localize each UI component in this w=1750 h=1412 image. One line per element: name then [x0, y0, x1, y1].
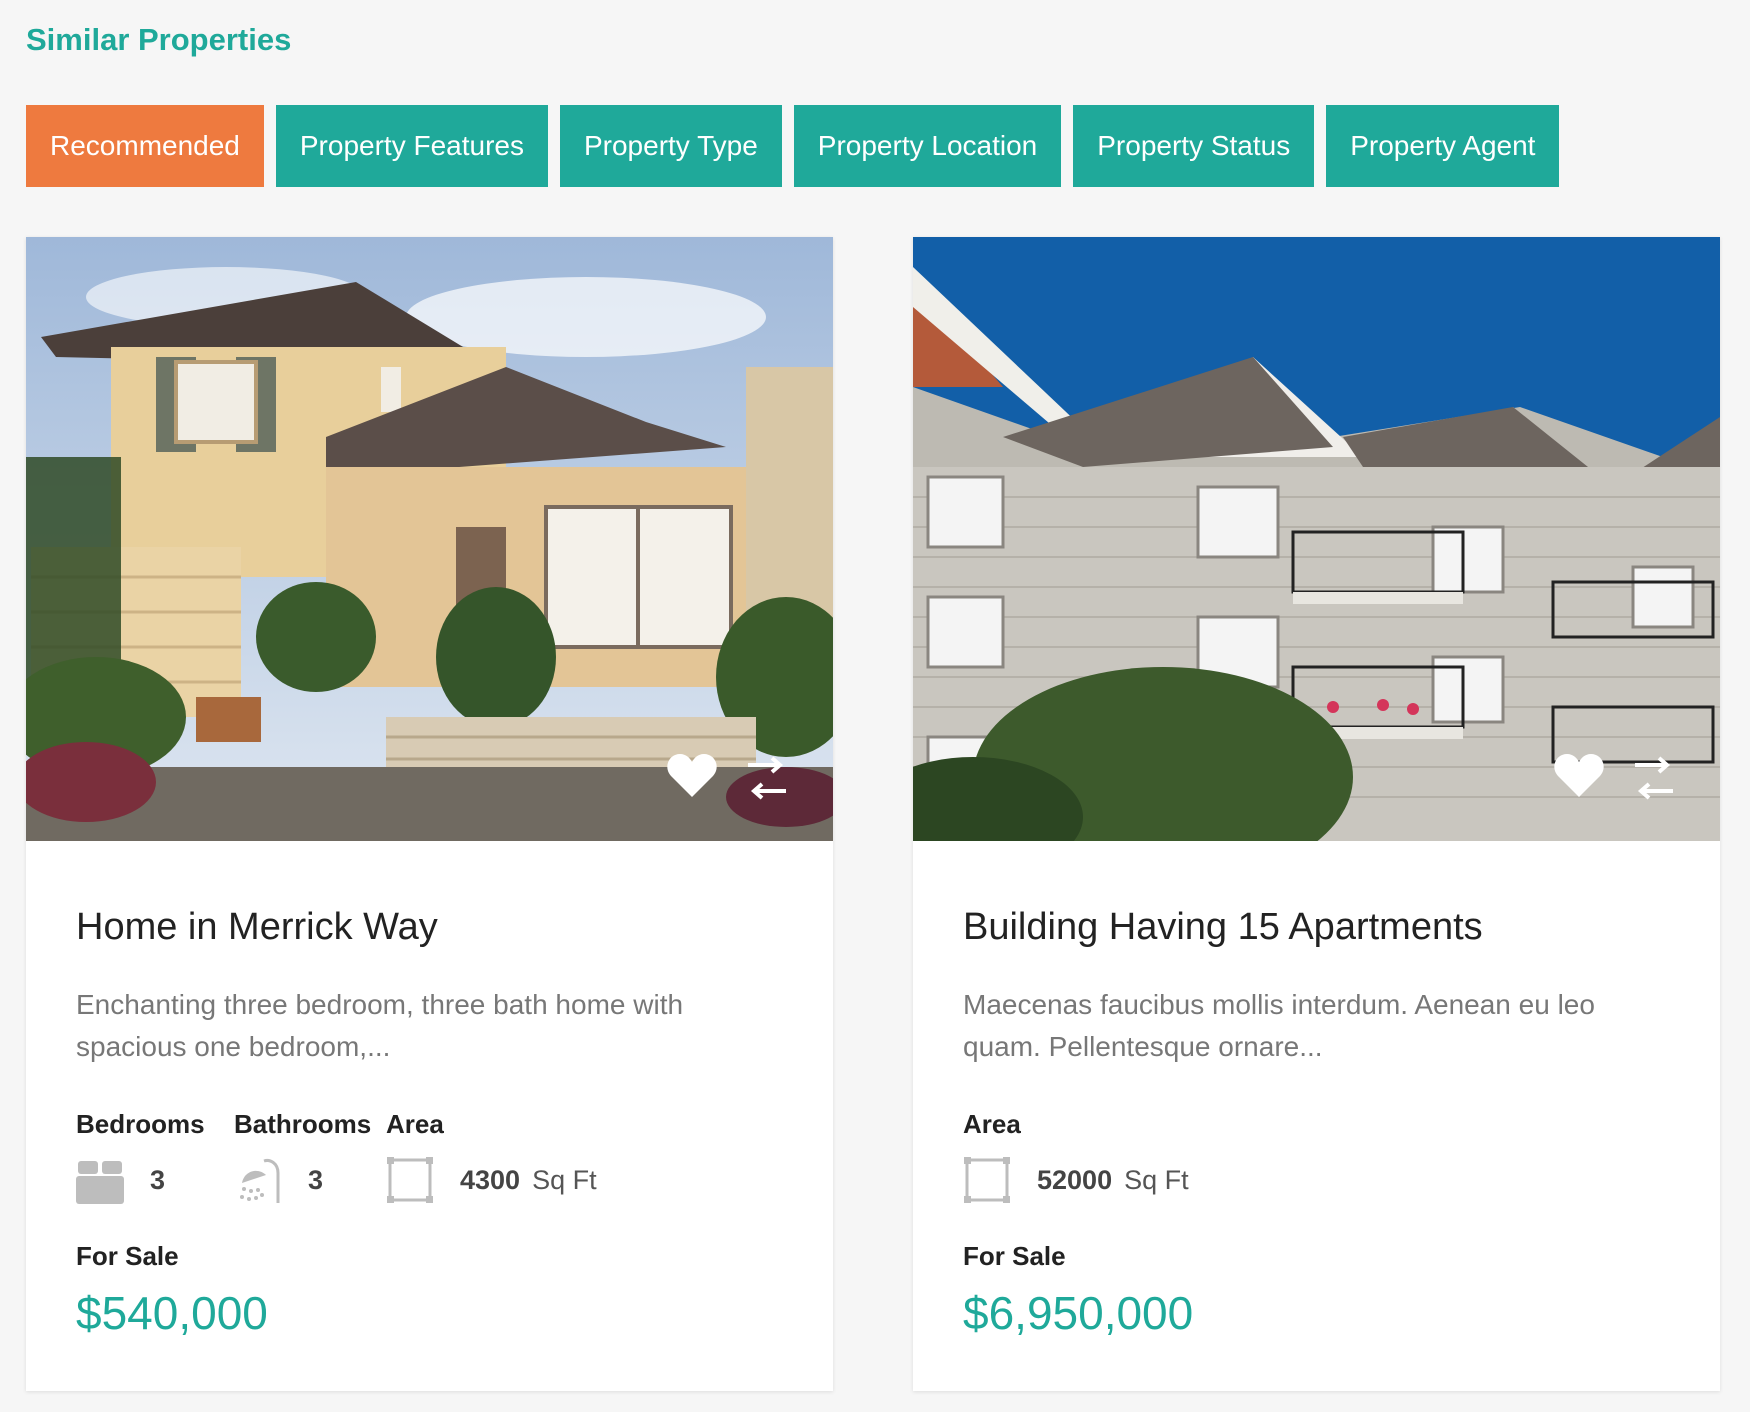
area-icon: [387, 1157, 433, 1203]
apartment-building-photo: [913, 237, 1720, 841]
tab-property-status[interactable]: Property Status: [1073, 105, 1315, 187]
bed-icon: [76, 1161, 124, 1204]
area-value: 4300: [460, 1164, 521, 1195]
property-card[interactable]: Building Having 15 Apartments Maecenas f…: [913, 237, 1720, 1391]
property-status: For Sale: [963, 1241, 1066, 1271]
filter-tabs: Recommended Property Features Property T…: [26, 105, 1560, 187]
bedrooms-value: 3: [150, 1164, 166, 1195]
bedrooms-feature: Bedrooms 3: [76, 1109, 205, 1204]
area-icon: [964, 1157, 1010, 1203]
area-value: 52000: [1037, 1164, 1113, 1195]
property-status: For Sale: [76, 1241, 179, 1271]
property-description: Maecenas faucibus mollis interdum. Aenea…: [963, 989, 1595, 1062]
property-photo[interactable]: [913, 237, 1720, 841]
section-title: Similar Properties: [26, 22, 292, 57]
property-photo[interactable]: [26, 237, 833, 841]
bedrooms-label: Bedrooms: [76, 1109, 205, 1139]
property-price: $6,950,000: [963, 1287, 1194, 1339]
bathrooms-feature: Bathrooms 3: [234, 1109, 372, 1203]
property-title[interactable]: Building Having 15 Apartments: [963, 906, 1483, 949]
area-feature: Area 52000 Sq Ft: [963, 1109, 1189, 1203]
area-label: Area: [386, 1109, 444, 1139]
property-description: Enchanting three bedroom, three bath hom…: [76, 989, 684, 1062]
shower-icon: [240, 1159, 280, 1203]
property-title[interactable]: Home in Merrick Way: [76, 906, 438, 949]
property-price: $540,000: [76, 1287, 268, 1339]
similar-properties-section: Similar Properties Recommended Property …: [0, 0, 1750, 1412]
tab-property-agent[interactable]: Property Agent: [1326, 105, 1560, 187]
bathrooms-label: Bathrooms: [234, 1109, 372, 1139]
house-photo: [26, 237, 833, 841]
area-unit: Sq Ft: [1124, 1164, 1189, 1195]
favorite-heart-icon[interactable]: [1553, 753, 1605, 799]
tab-property-type[interactable]: Property Type: [559, 105, 782, 187]
favorite-heart-icon[interactable]: [666, 753, 718, 799]
tab-property-location[interactable]: Property Location: [793, 105, 1062, 187]
bathrooms-value: 3: [308, 1164, 324, 1195]
compare-arrows-icon[interactable]: [742, 753, 792, 803]
tab-property-features[interactable]: Property Features: [275, 105, 548, 187]
tab-recommended[interactable]: Recommended: [26, 105, 264, 187]
compare-arrows-icon[interactable]: [1629, 753, 1679, 803]
area-feature: Area 4300 Sq Ft: [386, 1109, 597, 1203]
area-unit: Sq Ft: [532, 1164, 597, 1195]
area-label: Area: [963, 1109, 1021, 1139]
property-card[interactable]: Home in Merrick Way Enchanting three bed…: [26, 237, 833, 1391]
